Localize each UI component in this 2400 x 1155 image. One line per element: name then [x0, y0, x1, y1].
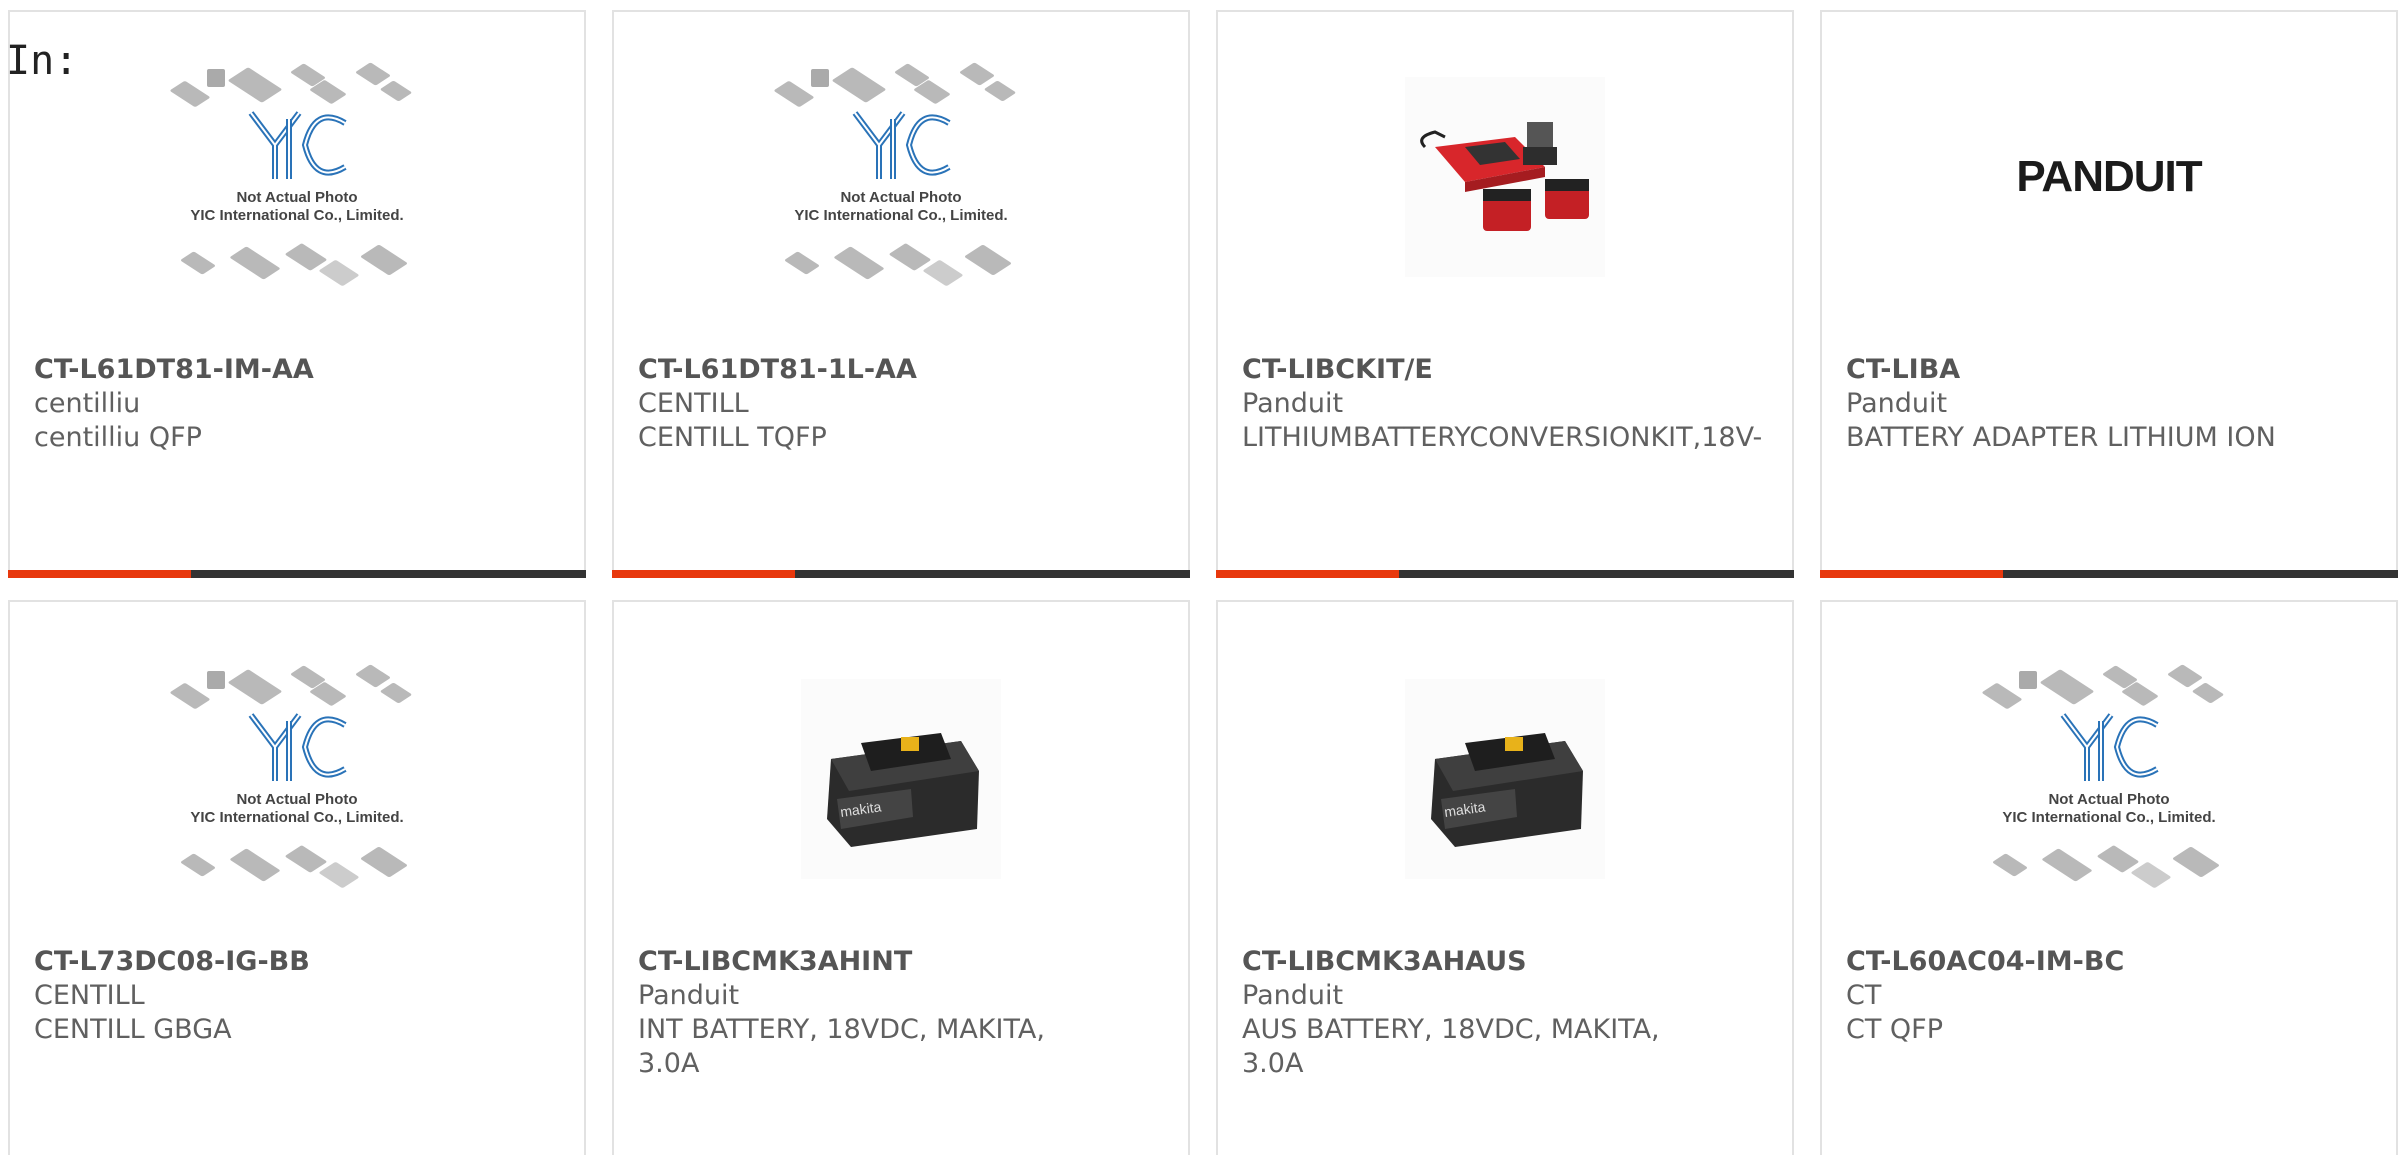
product-description: centilliu QFP: [34, 422, 202, 453]
product-description: LITHIUMBATTERYCONVERSIONKIT,18V-: [1242, 422, 1763, 453]
product-image[interactable]: Not Actual Photo YIC International Co., …: [614, 12, 1188, 342]
product-card[interactable]: makita CT-LIBCMK3AHINT Panduit INT BATTE…: [612, 600, 1190, 1155]
product-info: CT-L61DT81-IM-AA centilliu centilliu QFP: [34, 353, 560, 455]
product-description: CENTILL TQFP: [638, 422, 827, 453]
product-description: CENTILL GBGA: [34, 1014, 232, 1045]
product-image[interactable]: Not Actual Photo YIC International Co., …: [10, 12, 584, 342]
card-accent-bar: [8, 570, 191, 578]
placeholder-image: Not Actual Photo YIC International Co., …: [769, 57, 1033, 297]
yic-logo-icon: [248, 713, 347, 781]
product-image[interactable]: Not Actual Photo YIC International Co., …: [10, 614, 584, 944]
placeholder-caption-line2: YIC International Co., Limited.: [190, 809, 404, 826]
yic-logo-icon: [2060, 713, 2159, 781]
manufacturer: CENTILL: [638, 388, 749, 419]
card-accent-bar: [612, 570, 795, 578]
placeholder-caption-line1: Not Actual Photo: [236, 791, 358, 808]
manufacturer: Panduit: [1242, 980, 1344, 1011]
filter-label: In:: [6, 38, 79, 84]
product-description-line2: 3.0A: [1242, 1048, 1304, 1079]
product-card[interactable]: makita CT-LIBCMK3AHAUS Panduit AUS BATTE…: [1216, 600, 1794, 1155]
product-card[interactable]: CT-LIBCKIT/E Panduit LITHIUMBATTERYCONVE…: [1216, 10, 1794, 578]
product-grid-page: In: Not Actual Photo YIC International C…: [0, 0, 2400, 1155]
part-number[interactable]: CT-LIBCMK3AHAUS: [1242, 945, 1768, 979]
part-number[interactable]: CT-L60AC04-IM-BC: [1846, 945, 2372, 979]
product-card[interactable]: Not Actual Photo YIC International Co., …: [8, 600, 586, 1155]
card-accent-bar: [1216, 570, 1399, 578]
product-description: INT BATTERY, 18VDC, MAKITA,: [638, 1014, 1045, 1045]
placeholder-image: Not Actual Photo YIC International Co., …: [1977, 659, 2241, 899]
product-description: BATTERY ADAPTER LITHIUM ION: [1846, 422, 2276, 453]
part-number[interactable]: CT-LIBCMK3AHINT: [638, 945, 1164, 979]
product-image[interactable]: makita: [614, 614, 1188, 944]
manufacturer: Panduit: [638, 980, 740, 1011]
manufacturer: CT: [1846, 980, 1882, 1011]
card-bottom-bar: [1820, 570, 2398, 578]
charger-kit-photo: [1405, 77, 1605, 277]
part-number[interactable]: CT-L73DC08-IG-BB: [34, 945, 560, 979]
yic-logo-icon: [852, 111, 951, 179]
product-grid: Not Actual Photo YIC International Co., …: [8, 10, 2398, 1155]
product-image[interactable]: PANDUIT: [1822, 12, 2396, 342]
part-number[interactable]: CT-LIBCKIT/E: [1242, 353, 1768, 387]
product-description: AUS BATTERY, 18VDC, MAKITA,: [1242, 1014, 1660, 1045]
manufacturer: Panduit: [1242, 388, 1344, 419]
placeholder-caption-line1: Not Actual Photo: [236, 189, 358, 206]
product-description-line2: 3.0A: [638, 1048, 700, 1079]
placeholder-caption-line2: YIC International Co., Limited.: [2002, 809, 2216, 826]
product-description: CT QFP: [1846, 1014, 1943, 1045]
card-bottom-bar: [8, 570, 586, 578]
product-card[interactable]: Not Actual Photo YIC International Co., …: [8, 10, 586, 578]
product-card[interactable]: PANDUIT CT-LIBA Panduit BATTERY ADAPTER …: [1820, 10, 2398, 578]
placeholder-caption-line2: YIC International Co., Limited.: [794, 207, 1008, 224]
product-image[interactable]: Not Actual Photo YIC International Co., …: [1822, 614, 2396, 944]
product-image[interactable]: makita: [1218, 614, 1792, 944]
battery-photo: makita: [1405, 679, 1605, 879]
placeholder-image: Not Actual Photo YIC International Co., …: [165, 57, 429, 297]
part-number[interactable]: CT-LIBA: [1846, 353, 2372, 387]
manufacturer: CENTILL: [34, 980, 145, 1011]
product-info: CT-L60AC04-IM-BC CT CT QFP: [1846, 945, 2372, 1047]
product-card[interactable]: Not Actual Photo YIC International Co., …: [1820, 600, 2398, 1155]
product-info: CT-L61DT81-1L-AA CENTILL CENTILL TQFP: [638, 353, 1164, 455]
product-info: CT-LIBCMK3AHAUS Panduit AUS BATTERY, 18V…: [1242, 945, 1768, 1081]
panduit-logo: PANDUIT: [2016, 152, 2202, 201]
battery-photo: makita: [801, 679, 1001, 879]
placeholder-caption-line1: Not Actual Photo: [840, 189, 962, 206]
part-number[interactable]: CT-L61DT81-1L-AA: [638, 353, 1164, 387]
card-accent-bar: [1820, 570, 2003, 578]
product-info: CT-L73DC08-IG-BB CENTILL CENTILL GBGA: [34, 945, 560, 1047]
product-info: CT-LIBA Panduit BATTERY ADAPTER LITHIUM …: [1846, 353, 2372, 455]
product-info: CT-LIBCKIT/E Panduit LITHIUMBATTERYCONVE…: [1242, 353, 1768, 455]
card-bottom-bar: [1216, 570, 1794, 578]
placeholder-caption-line2: YIC International Co., Limited.: [190, 207, 404, 224]
manufacturer: Panduit: [1846, 388, 1948, 419]
card-bottom-bar: [612, 570, 1190, 578]
yic-logo-icon: [248, 111, 347, 179]
part-number[interactable]: CT-L61DT81-IM-AA: [34, 353, 560, 387]
placeholder-caption-line1: Not Actual Photo: [2048, 791, 2170, 808]
placeholder-image: Not Actual Photo YIC International Co., …: [165, 659, 429, 899]
product-info: CT-LIBCMK3AHINT Panduit INT BATTERY, 18V…: [638, 945, 1164, 1081]
product-image[interactable]: [1218, 12, 1792, 342]
manufacturer: centilliu: [34, 388, 141, 419]
product-card[interactable]: Not Actual Photo YIC International Co., …: [612, 10, 1190, 578]
